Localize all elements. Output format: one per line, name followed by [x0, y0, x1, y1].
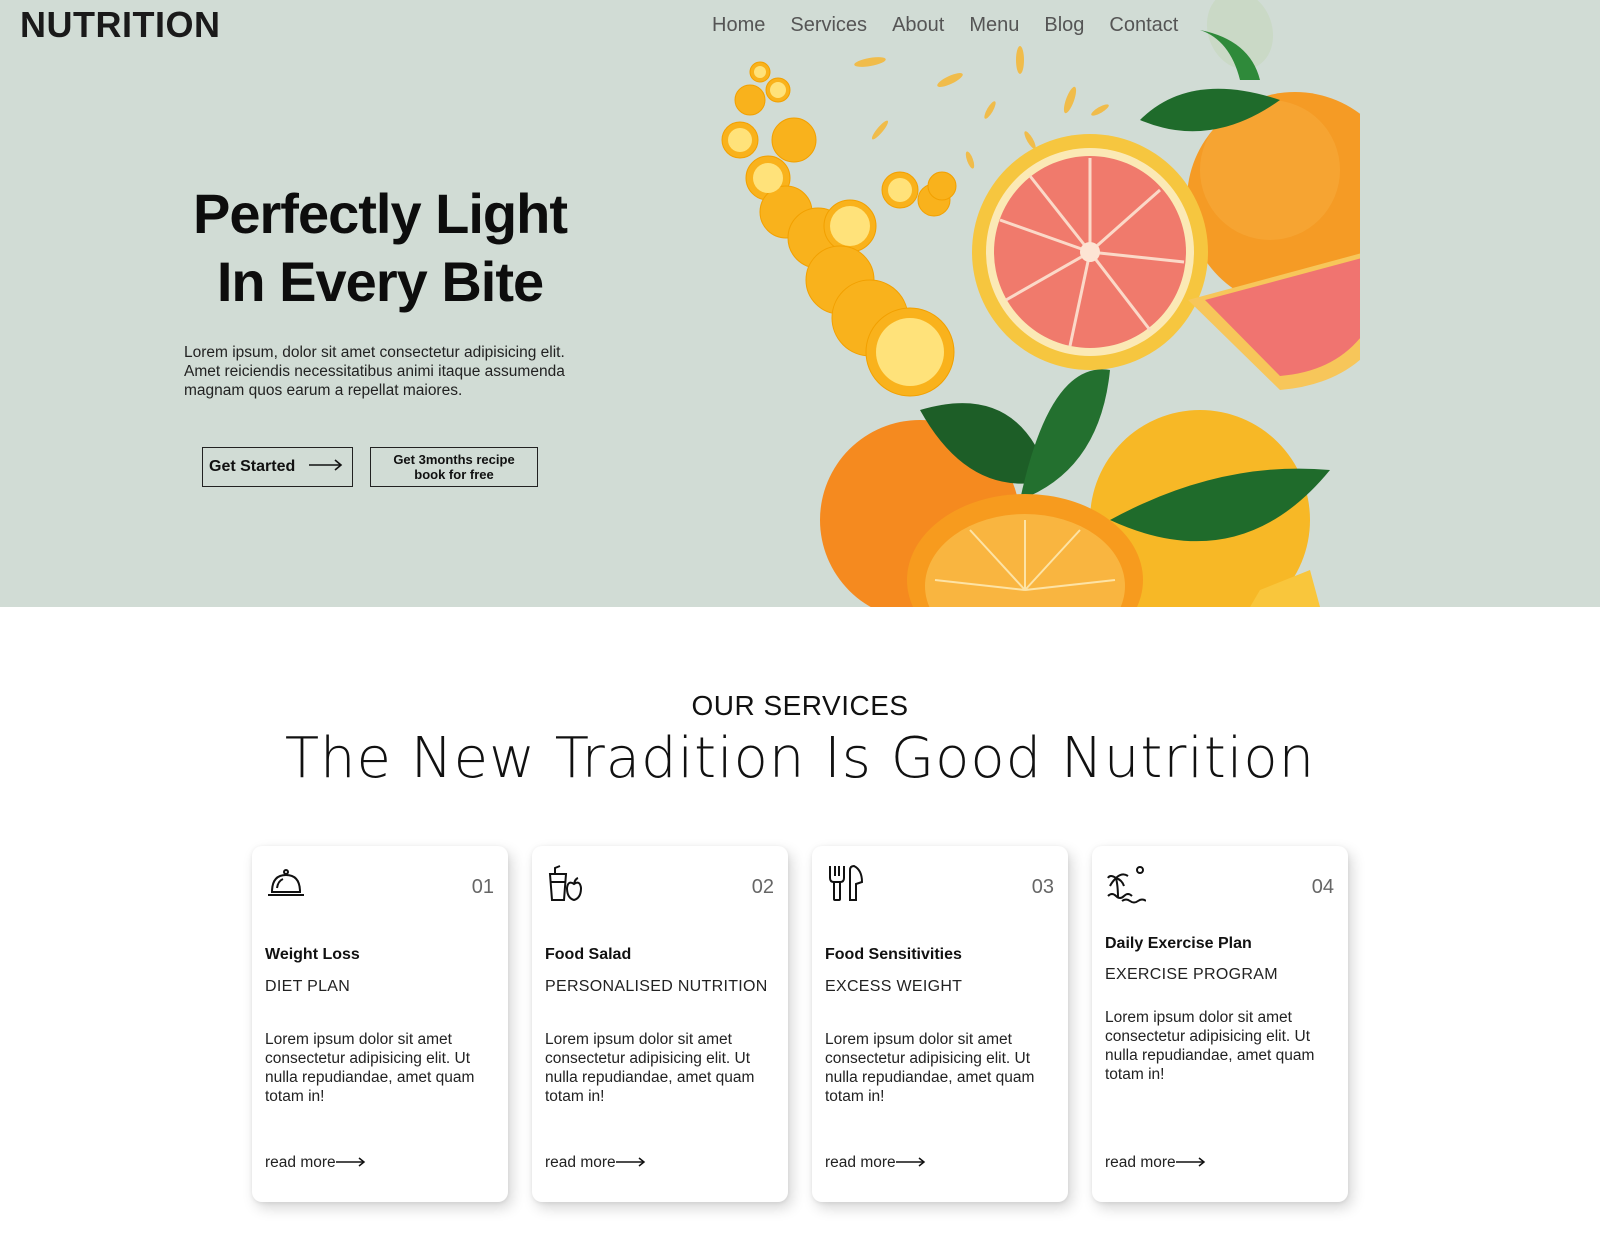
card-title: Food Sensitivities [825, 946, 962, 963]
citrus-fruits-image [721, 0, 1360, 607]
card-body: Lorem ipsum dolor sit amet consectetur a… [545, 1031, 755, 1105]
hero-title-line2: In Every Bite [216, 250, 544, 313]
hero-title-line1: Perfectly Light [193, 182, 568, 245]
card-title: Weight Loss [265, 946, 360, 963]
arrow-right-icon [309, 458, 343, 476]
hero-section: NUTRITION Home Services About Menu Blog … [0, 0, 1600, 607]
read-more-link[interactable]: read more [265, 1154, 366, 1172]
read-more-link[interactable]: read more [1105, 1154, 1206, 1172]
services-heading: The New Tradition Is Good Nutrition [284, 726, 1316, 791]
card-subtitle: EXERCISE PROGRAM [1105, 966, 1278, 983]
arrow-right-icon [895, 1154, 926, 1172]
cloche-icon [266, 864, 306, 904]
drink-apple-icon [546, 864, 586, 904]
card-body: Lorem ipsum dolor sit amet consectetur a… [265, 1031, 475, 1105]
arrow-right-icon [615, 1154, 646, 1172]
service-card-food-salad: 02 Food Salad PERSONALISED NUTRITION Lor… [532, 846, 788, 1202]
read-more-label: read more [1105, 1154, 1176, 1171]
card-subtitle: DIET PLAN [265, 978, 351, 995]
read-more-label: read more [825, 1154, 896, 1171]
read-more-link[interactable]: read more [825, 1154, 926, 1172]
get-started-button[interactable]: Get Started [202, 447, 353, 487]
card-body: Lorem ipsum dolor sit amet consectetur a… [1105, 1009, 1315, 1083]
read-more-label: read more [265, 1154, 336, 1171]
get-started-label: Get Started [209, 458, 296, 475]
card-subtitle: EXCESS WEIGHT [825, 978, 963, 995]
service-card-weight-loss: 01 Weight Loss DIET PLAN Lorem ipsum dol… [252, 846, 508, 1202]
recipe-book-label: Get 3months recipe book for free [393, 452, 515, 482]
fork-knife-icon [826, 864, 866, 904]
hero-title: Perfectly Light In Every Bite [150, 180, 610, 316]
service-card-daily-exercise: 04 Daily Exercise Plan EXERCISE PROGRAM … [1092, 846, 1348, 1202]
card-body: Lorem ipsum dolor sit amet consectetur a… [825, 1031, 1035, 1105]
card-number: 02 [751, 876, 774, 898]
card-title: Food Salad [545, 946, 632, 963]
service-card-food-sensitivities: 03 Food Sensitivities EXCESS WEIGHT Lore… [812, 846, 1068, 1202]
arrow-right-icon [335, 1154, 366, 1172]
island-icon [1106, 864, 1147, 904]
recipe-book-button[interactable]: Get 3months recipe book for free [370, 447, 538, 487]
card-title: Daily Exercise Plan [1105, 935, 1252, 952]
services-eyebrow: OUR SERVICES [691, 690, 909, 721]
read-more-label: read more [545, 1154, 616, 1171]
card-subtitle: PERSONALISED NUTRITION [545, 978, 768, 995]
site-logo[interactable]: NUTRITION [20, 4, 220, 46]
card-number: 04 [1311, 876, 1334, 898]
hero-description: Lorem ipsum, dolor sit amet consectetur … [184, 344, 565, 399]
card-number: 01 [471, 876, 494, 898]
read-more-link[interactable]: read more [545, 1154, 646, 1172]
card-number: 03 [1031, 876, 1054, 898]
arrow-right-icon [1175, 1154, 1206, 1172]
